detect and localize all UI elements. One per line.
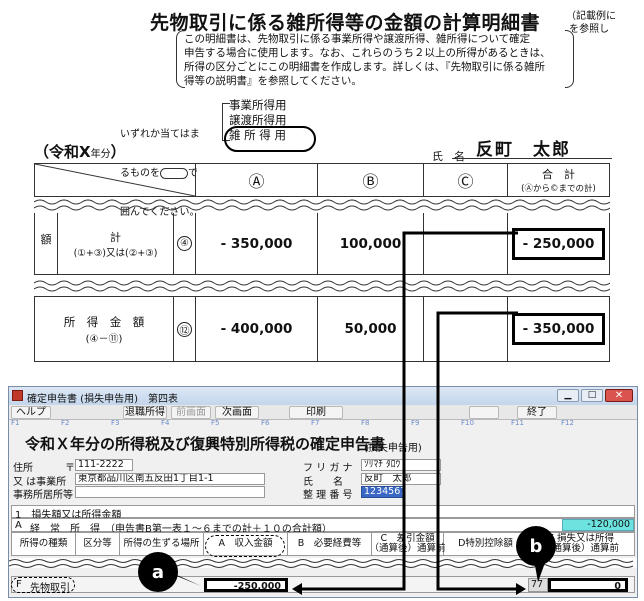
connector-arrows	[292, 231, 526, 595]
arrow-b-head-icon	[516, 583, 526, 595]
arrow-a-head-icon	[292, 583, 302, 595]
